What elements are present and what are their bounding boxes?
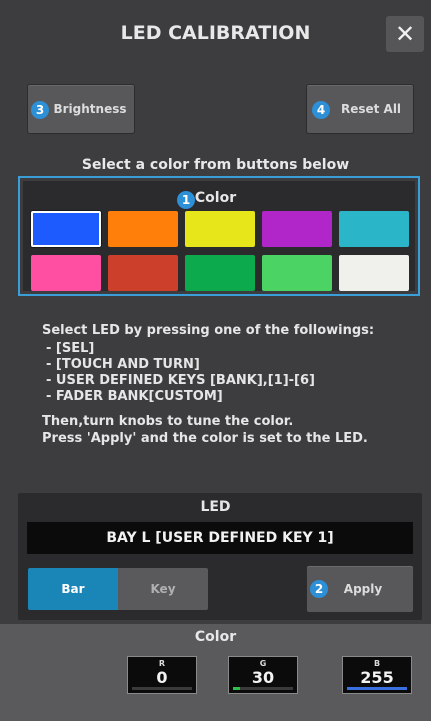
channel-level-track (347, 687, 407, 690)
channel-name: R (158, 659, 166, 668)
close-button[interactable]: ✕ (386, 16, 424, 52)
channel-value: 30 (251, 668, 275, 687)
color-label: Color (194, 190, 237, 206)
callout-badge-3: 3 (31, 101, 49, 119)
dialog-title: LED CALIBRATION (120, 22, 311, 44)
led-label: LED (200, 499, 231, 515)
apply-button-label: Apply (343, 582, 383, 596)
color-swatch-blue[interactable] (31, 211, 101, 247)
instructions-footer: Then,turn knobs to tune the color. Press… (42, 413, 422, 447)
channel-value: 0 (156, 668, 168, 687)
color-swatch-light-green[interactable] (262, 255, 332, 291)
instructions-footer-line: Press 'Apply' and the color is set to th… (42, 431, 368, 446)
bar-segment-button[interactable]: Bar (28, 568, 118, 610)
channel-name: B (373, 659, 381, 668)
instructions-item: - USER DEFINED KEYS [BANK],[1]-[6] (46, 373, 315, 388)
channel-level-fill (233, 687, 241, 690)
channel-level-track (132, 687, 192, 690)
channel-value: 255 (360, 668, 394, 687)
instructions-item: - FADER BANK[CUSTOM] (46, 389, 223, 404)
callout-badge-2: 2 (310, 580, 328, 598)
reset-all-button-label: Reset All (340, 102, 402, 116)
brightness-button-label: Brightness (53, 102, 127, 116)
key-segment-button[interactable]: Key (118, 568, 208, 610)
channel-level-fill (347, 687, 407, 690)
instructions-item: - [TOUCH AND TURN] (46, 357, 200, 372)
close-icon: ✕ (394, 20, 416, 48)
channel-name: G (259, 659, 267, 668)
led-selection-instructions: Select LED by pressing one of the follow… (42, 322, 422, 447)
instructions-item: - [SEL] (46, 341, 95, 356)
callout-badge-4: 4 (312, 101, 330, 119)
instructions-heading: Select LED by pressing one of the follow… (42, 323, 375, 338)
color-swatch-green[interactable] (185, 255, 255, 291)
green-knob-readout[interactable]: G 30 (228, 656, 298, 694)
color-swatch-purple[interactable] (262, 211, 332, 247)
color-swatch-white[interactable] (339, 255, 409, 291)
color-swatch-orange[interactable] (108, 211, 178, 247)
rgb-label: Color (194, 629, 237, 645)
color-swatch-red[interactable] (108, 255, 178, 291)
red-knob-readout[interactable]: R 0 (127, 656, 197, 694)
instructions-footer-line: Then,turn knobs to tune the color. (42, 414, 294, 429)
blue-knob-readout[interactable]: B 255 (342, 656, 412, 694)
color-swatch-pink[interactable] (31, 255, 101, 291)
color-swatch-cyan[interactable] (339, 211, 409, 247)
color-swatch-yellow[interactable] (185, 211, 255, 247)
channel-level-track (233, 687, 293, 690)
led-target-display: BAY L [USER DEFINED KEY 1] (27, 522, 413, 554)
callout-badge-1: 1 (177, 191, 195, 209)
color-instruction: Select a color from buttons below (81, 157, 350, 173)
